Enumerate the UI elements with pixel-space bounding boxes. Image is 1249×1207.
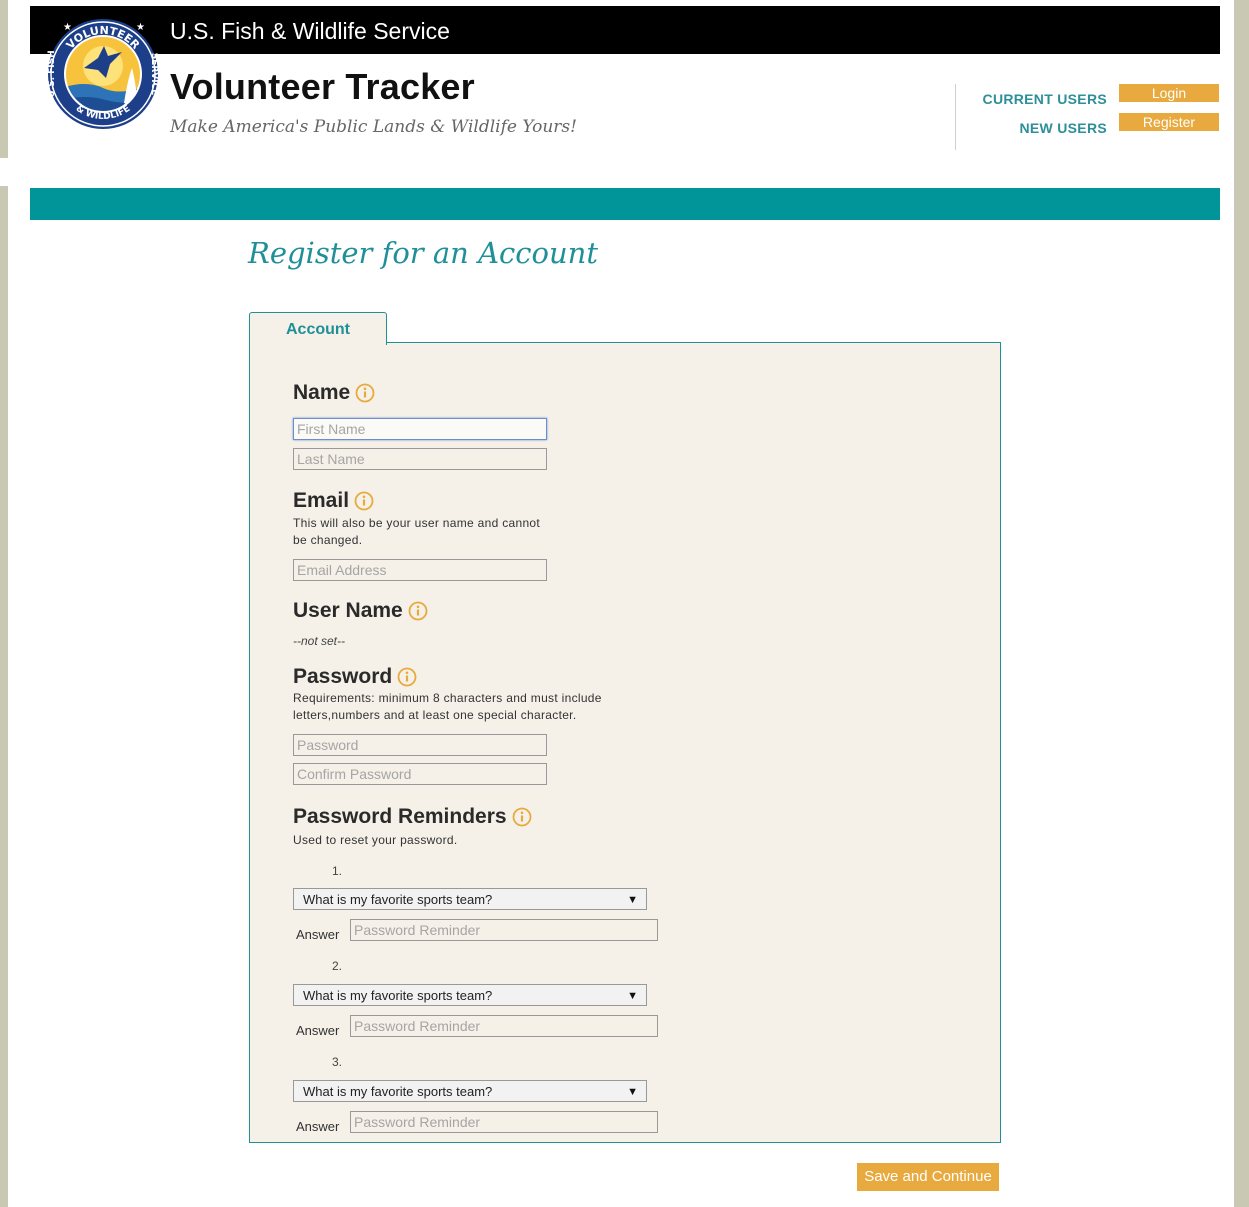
info-icon[interactable] bbox=[354, 491, 374, 511]
last-name-input[interactable] bbox=[293, 448, 547, 470]
nav-band bbox=[30, 188, 1220, 220]
account-form-panel: Name Email This will also be your user n… bbox=[249, 342, 1001, 1143]
logo-text-left: U.S. FISH bbox=[47, 50, 57, 97]
register-button[interactable]: Register bbox=[1119, 113, 1219, 131]
reminders-title: Password Reminders bbox=[293, 805, 507, 828]
reminder-answer-input[interactable] bbox=[350, 1111, 658, 1133]
right-border bbox=[1234, 0, 1249, 1207]
info-icon[interactable] bbox=[397, 667, 417, 687]
logo-text-right: SERVICE bbox=[149, 53, 159, 96]
agency-bar: U.S. Fish & Wildlife Service bbox=[30, 6, 1220, 54]
agency-name: U.S. Fish & Wildlife Service bbox=[170, 18, 450, 44]
new-users-label: NEW USERS bbox=[1019, 120, 1107, 136]
page-title: Register for an Account bbox=[248, 236, 598, 270]
name-section-title: Name bbox=[293, 381, 375, 405]
tab-account-label: Account bbox=[286, 321, 350, 338]
reminders-section-title: Password Reminders bbox=[293, 805, 532, 829]
save-and-continue-button[interactable]: Save and Continue bbox=[857, 1163, 999, 1191]
fws-logo-icon: VOLUNTEER U.S. FISH SERVICE & WILDLIFE ★… bbox=[47, 19, 159, 129]
reminder-question-select[interactable]: What is my favorite sports team? ▼ bbox=[293, 888, 647, 910]
tab-account[interactable]: Account bbox=[249, 312, 387, 345]
password-section-title: Password bbox=[293, 665, 417, 689]
first-name-input[interactable] bbox=[293, 418, 547, 440]
tagline: Make America's Public Lands & Wildlife Y… bbox=[170, 117, 577, 137]
reminder-number: 2. bbox=[332, 959, 343, 973]
auth-divider bbox=[955, 84, 956, 150]
left-border-notch bbox=[0, 158, 8, 186]
current-users-label: CURRENT USERS bbox=[982, 91, 1107, 107]
app-title: Volunteer Tracker bbox=[170, 66, 475, 107]
dropdown-arrow-icon: ▼ bbox=[627, 894, 638, 906]
password-title: Password bbox=[293, 665, 393, 688]
answer-label: Answer bbox=[296, 1023, 340, 1038]
reminders-description: Used to reset your password. bbox=[293, 833, 458, 847]
login-button[interactable]: Login bbox=[1119, 84, 1219, 102]
info-icon[interactable] bbox=[355, 383, 375, 403]
reminder-number: 3. bbox=[332, 1055, 343, 1069]
selected-question: What is my favorite sports team? bbox=[303, 988, 493, 1003]
username-section-title: User Name bbox=[293, 599, 428, 623]
username-title: User Name bbox=[293, 599, 403, 622]
reminder-number: 1. bbox=[332, 864, 343, 878]
username-value: --not set-- bbox=[293, 634, 346, 648]
reminder-answer-input[interactable] bbox=[350, 919, 658, 941]
selected-question: What is my favorite sports team? bbox=[303, 1084, 493, 1099]
password-requirements: Requirements: minimum 8 characters and m… bbox=[293, 691, 602, 722]
reminder-question-select[interactable]: What is my favorite sports team? ▼ bbox=[293, 1080, 647, 1102]
reminder-question-select[interactable]: What is my favorite sports team? ▼ bbox=[293, 984, 647, 1006]
selected-question: What is my favorite sports team? bbox=[303, 892, 493, 907]
info-icon[interactable] bbox=[512, 807, 532, 827]
name-title: Name bbox=[293, 381, 351, 404]
email-input[interactable] bbox=[293, 559, 547, 581]
email-section-title: Email bbox=[293, 489, 374, 513]
reminder-answer-input[interactable] bbox=[350, 1015, 658, 1037]
answer-label: Answer bbox=[296, 1119, 340, 1134]
answer-label: Answer bbox=[296, 927, 340, 942]
logo-star-left: ★ bbox=[63, 22, 72, 33]
dropdown-arrow-icon: ▼ bbox=[627, 1086, 638, 1098]
email-description: This will also be your user name and can… bbox=[293, 516, 541, 547]
confirm-password-input[interactable] bbox=[293, 763, 547, 785]
email-title: Email bbox=[293, 489, 350, 512]
info-icon[interactable] bbox=[408, 601, 428, 621]
password-input[interactable] bbox=[293, 734, 547, 756]
dropdown-arrow-icon: ▼ bbox=[627, 990, 638, 1002]
logo-star-right: ★ bbox=[136, 22, 145, 33]
